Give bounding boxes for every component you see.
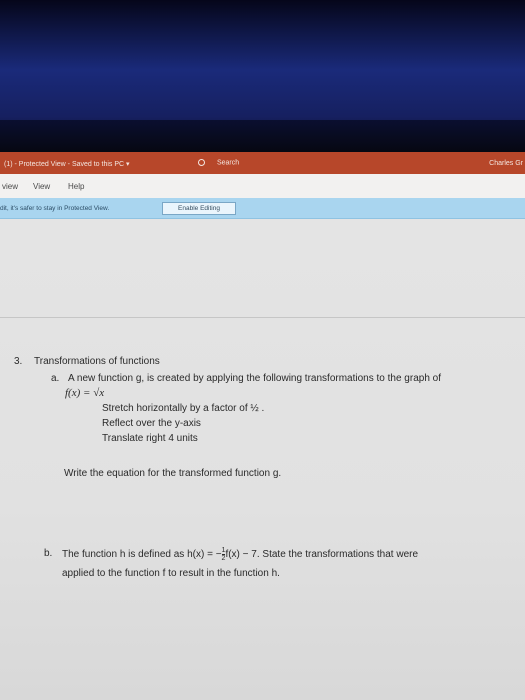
part-a-label: a. bbox=[51, 373, 60, 384]
tab-help[interactable]: Help bbox=[68, 182, 84, 191]
page-break-line bbox=[0, 317, 525, 318]
ribbon-tabs: view View Help bbox=[0, 174, 525, 198]
write-equation-prompt: Write the equation for the transformed f… bbox=[64, 468, 282, 479]
document-title[interactable]: (1) - Protected View - Saved to this PC … bbox=[4, 160, 130, 168]
transformation-step-3: Translate right 4 units bbox=[102, 433, 198, 444]
tab-view[interactable]: View bbox=[33, 182, 50, 191]
part-b-line-2: applied to the function f to result in t… bbox=[62, 568, 280, 579]
user-name[interactable]: Charles Gr bbox=[489, 160, 523, 167]
monitor-bezel-edge bbox=[0, 120, 525, 155]
part-b-text-1: The function h is defined as h(x) = − bbox=[62, 549, 222, 561]
part-a-text: A new function g, is created by applying… bbox=[68, 373, 441, 384]
search-box[interactable]: Search bbox=[198, 159, 239, 166]
search-label: Search bbox=[216, 159, 240, 167]
q3-number: 3. bbox=[14, 356, 23, 367]
transformation-step-1: Stretch horizontally by a factor of ½ . bbox=[102, 403, 265, 414]
enable-editing-button[interactable]: Enable Editing bbox=[162, 202, 236, 215]
document-area[interactable]: 3. Transformations of functions a. A new… bbox=[0, 219, 525, 700]
part-a-function: f(x) = √x bbox=[65, 387, 105, 399]
word-title-bar: (1) - Protected View - Saved to this PC … bbox=[0, 152, 525, 174]
protected-view-message: dit, it's safer to stay in Protected Vie… bbox=[0, 205, 110, 212]
search-icon bbox=[198, 159, 205, 166]
document-page: 3. Transformations of functions a. A new… bbox=[0, 219, 525, 700]
part-b-label: b. bbox=[44, 548, 53, 559]
tab-view-partial[interactable]: view bbox=[2, 182, 18, 191]
part-b-text-2: f(x) − 7. State the transformations that… bbox=[225, 549, 419, 561]
part-b-line-1: The function h is defined as h(x) = −1 2 f… bbox=[62, 547, 418, 562]
protected-view-bar: dit, it's safer to stay in Protected Vie… bbox=[0, 198, 525, 219]
transformation-step-2: Reflect over the y-axis bbox=[102, 418, 201, 429]
q3-title: Transformations of functions bbox=[34, 356, 160, 367]
